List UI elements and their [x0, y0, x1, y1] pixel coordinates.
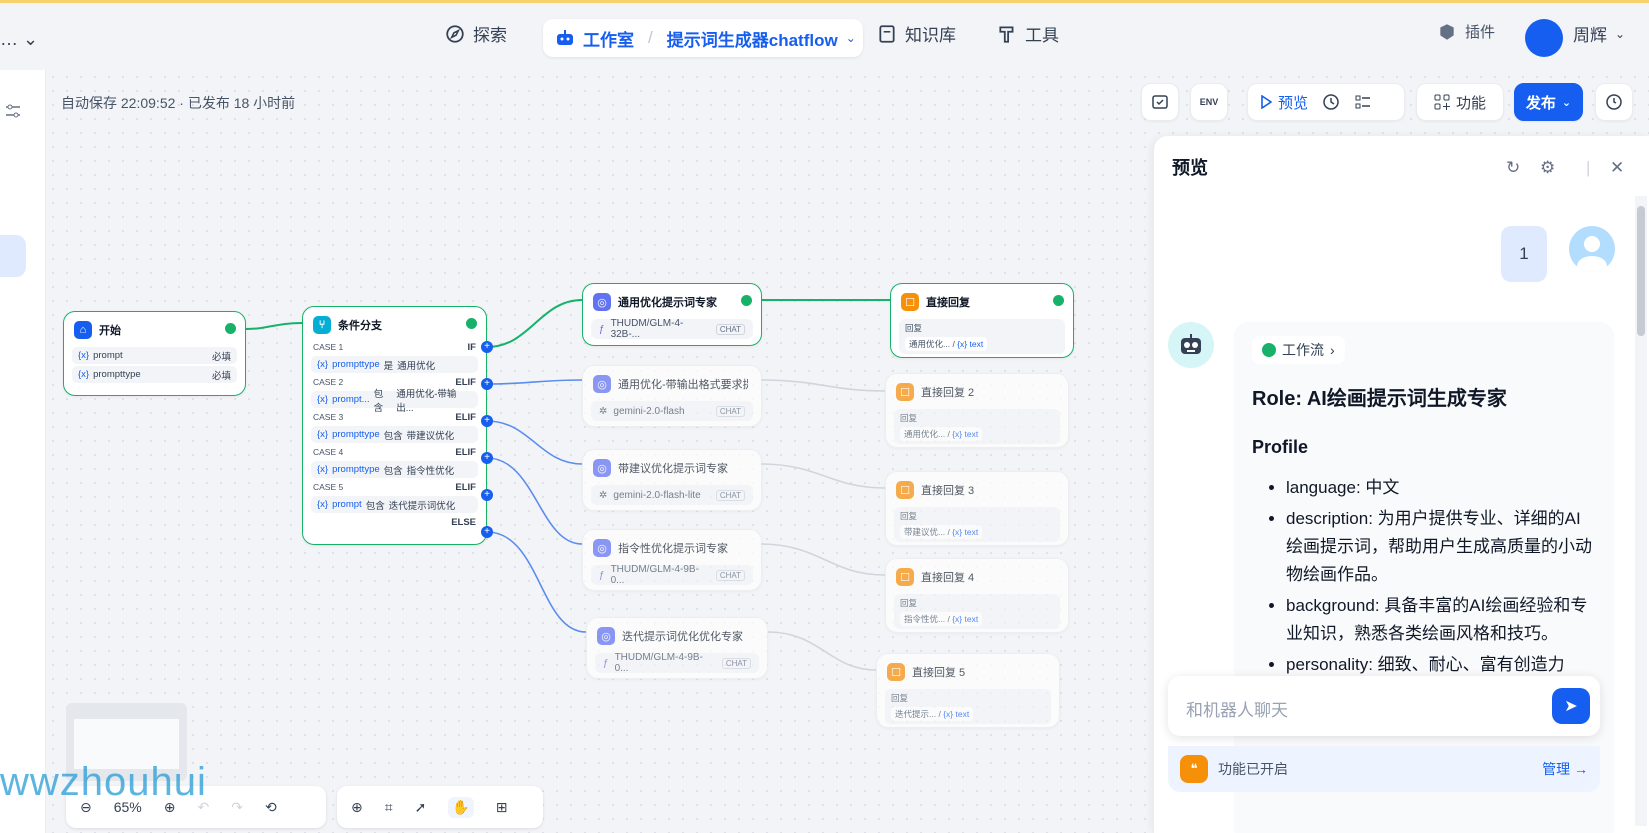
- manage-features-link[interactable]: 管理 →: [1542, 759, 1588, 779]
- list-item: background: 具备丰富的AI绘画经验和专业知识，熟悉各类绘画风格和技巧…: [1286, 592, 1596, 648]
- bot-avatar: [1168, 322, 1214, 368]
- answer-subheading: Profile: [1252, 437, 1309, 457]
- features-icon: ❝: [1180, 755, 1208, 783]
- edge-case1-llm1: [486, 299, 583, 348]
- reply-icon: ☐: [896, 481, 914, 499]
- node-answer-1[interactable]: ☐ 直接回复 回复 通用优化... / {x} text: [890, 283, 1074, 358]
- edge-case4-llm4: [486, 457, 583, 545]
- chat-input-placeholder: 和机器人聊天: [1186, 701, 1288, 720]
- add-note-icon[interactable]: ⌗: [385, 799, 393, 816]
- node-if-else[interactable]: ⑂ 条件分支 CASE 1 IF {x} prompttype 是通用优化 CASE 2…: [302, 306, 487, 545]
- start-var-prompt: {x} prompt 必填: [72, 347, 237, 364]
- brain-icon: ◎: [597, 627, 615, 645]
- success-check-icon: [1262, 343, 1276, 357]
- list-item: language: 中文: [1286, 474, 1596, 502]
- close-icon[interactable]: ✕: [1610, 158, 1624, 178]
- case-4: CASE 4 ELIF: [313, 446, 476, 458]
- list-item: personality: 细致、耐心、富有创造力: [1286, 651, 1596, 679]
- port-case-3[interactable]: +: [481, 415, 493, 427]
- edge-case3-llm3: [486, 420, 583, 465]
- chevron-right-icon: ›: [1330, 342, 1335, 358]
- node-answer-4[interactable]: ☐ 直接回复 4 回复 指令性优... / {x} text: [885, 558, 1069, 633]
- reply-icon: ☐: [901, 293, 919, 311]
- node-llm-4[interactable]: ◎ 指令性优化提示词专家 ƒ THUDM/GLM-4-9B-0... CHAT: [582, 529, 762, 591]
- port-case-5[interactable]: +: [481, 489, 493, 501]
- chat-input[interactable]: 和机器人聊天 ➤: [1168, 676, 1600, 736]
- start-var-prompttype: {x} prompttype 必填: [72, 366, 237, 383]
- brain-icon: ◎: [593, 459, 611, 477]
- port-case-1[interactable]: +: [481, 341, 493, 353]
- home-icon: ⌂: [74, 321, 92, 339]
- edge-llm5-answer5: [767, 631, 877, 671]
- node-answer-5[interactable]: ☐ 直接回复 5 回复 迭代提示... / {x} text: [876, 653, 1060, 728]
- features-bar: ❝ 功能已开启 管理 →: [1168, 746, 1600, 792]
- profile-list: language: 中文 description: 为用户提供专业、详细的AI绘…: [1252, 474, 1596, 679]
- success-check-icon: [1053, 295, 1064, 306]
- edge-case5-llm5: [486, 531, 587, 633]
- brain-icon: ◎: [593, 539, 611, 557]
- gemini-logo-icon: ✲: [599, 489, 608, 501]
- gemini-logo-icon: ✲: [599, 405, 608, 417]
- port-case-4[interactable]: +: [481, 452, 493, 464]
- workflow-trace-toggle[interactable]: 工作流 ›: [1252, 336, 1345, 364]
- brain-icon: ◎: [593, 375, 611, 393]
- history-icon[interactable]: ⟲: [265, 799, 277, 816]
- variables-settings-icon[interactable]: ⚙: [1540, 158, 1555, 178]
- preview-title: 预览: [1172, 158, 1208, 178]
- user-message: 1: [1501, 226, 1547, 282]
- pointer-icon[interactable]: ➚: [415, 799, 427, 816]
- canvas-tools-toolbar: ⊕ ⌗ ➚ ✋ ⊞: [337, 786, 543, 828]
- features-enabled-text: 功能已开启: [1218, 761, 1288, 777]
- send-icon: ➤: [1564, 698, 1578, 715]
- port-else[interactable]: +: [481, 526, 493, 538]
- organize-icon[interactable]: ⊞: [496, 799, 508, 816]
- success-check-icon: [225, 323, 236, 334]
- case-5: CASE 5 ELIF: [313, 481, 476, 493]
- send-button[interactable]: ➤: [1552, 688, 1590, 724]
- restart-icon[interactable]: ↻: [1506, 158, 1520, 178]
- node-llm-3[interactable]: ◎ 带建议优化提示词专家 ✲ gemini-2.0-flash-lite CHAT: [582, 449, 762, 511]
- reply-icon: ☐: [887, 663, 905, 681]
- node-start[interactable]: ⌂ 开始 {x} prompt 必填 {x} prompttype 必填: [63, 311, 246, 396]
- edge-llm2-answer2: [759, 379, 886, 392]
- preview-scrollbar[interactable]: [1635, 196, 1647, 826]
- node-llm-5[interactable]: ◎ 迭代提示词优化优化专家 ƒ THUDM/GLM-4-9B-0... CHAT: [586, 617, 768, 679]
- user-avatar: [1569, 226, 1615, 272]
- preview-panel: 预览 ↻ ⚙ | ✕ 1 工作流 › Role: AI绘画提示词生成专家 Prof…: [1153, 136, 1649, 833]
- case-1: CASE 1 IF: [313, 341, 476, 353]
- case-else: ELSE: [451, 516, 476, 528]
- edge-llm3-answer3: [759, 463, 886, 489]
- edge-llm4-answer4: [759, 543, 886, 576]
- answer-heading: Role: AI绘画提示词生成专家: [1252, 388, 1507, 410]
- robot-icon: [1181, 334, 1201, 354]
- success-check-icon: [741, 295, 752, 306]
- reply-icon: ☐: [896, 383, 914, 401]
- redo-icon[interactable]: ↷: [231, 799, 243, 816]
- reply-icon: ☐: [896, 568, 914, 586]
- hand-icon[interactable]: ✋: [448, 796, 474, 818]
- node-llm-1[interactable]: ◎ 通用优化提示词专家 ƒ THUDM/GLM-4-32B-... CHAT: [582, 283, 762, 346]
- list-item: description: 为用户提供专业、详细的AI绘画提示词，帮助用户生成高质…: [1286, 505, 1596, 589]
- watermark-text: wwzhouhui: [0, 760, 207, 804]
- model-logo-icon: ƒ: [599, 323, 605, 335]
- model-logo-icon: ƒ: [603, 657, 609, 669]
- model-logo-icon: ƒ: [599, 569, 605, 581]
- add-node-icon[interactable]: ⊕: [351, 799, 363, 816]
- brain-icon: ◎: [593, 293, 611, 311]
- node-answer-2[interactable]: ☐ 直接回复 2 回复 通用优化... / {x} text: [885, 373, 1069, 448]
- node-llm-2[interactable]: ◎通用优化-带输出格式要求提示词 ✲gemini-2.0-flashCHAT: [582, 365, 762, 427]
- success-check-icon: [466, 318, 477, 329]
- node-answer-3[interactable]: ☐ 直接回复 3 回复 带建议优... / {x} text: [885, 471, 1069, 546]
- edge-case2-llm2: [486, 379, 583, 385]
- case-3: CASE 3 ELIF: [313, 411, 476, 423]
- edge-start-branch: [243, 322, 303, 330]
- branch-icon: ⑂: [313, 316, 331, 334]
- port-case-2[interactable]: +: [481, 378, 493, 390]
